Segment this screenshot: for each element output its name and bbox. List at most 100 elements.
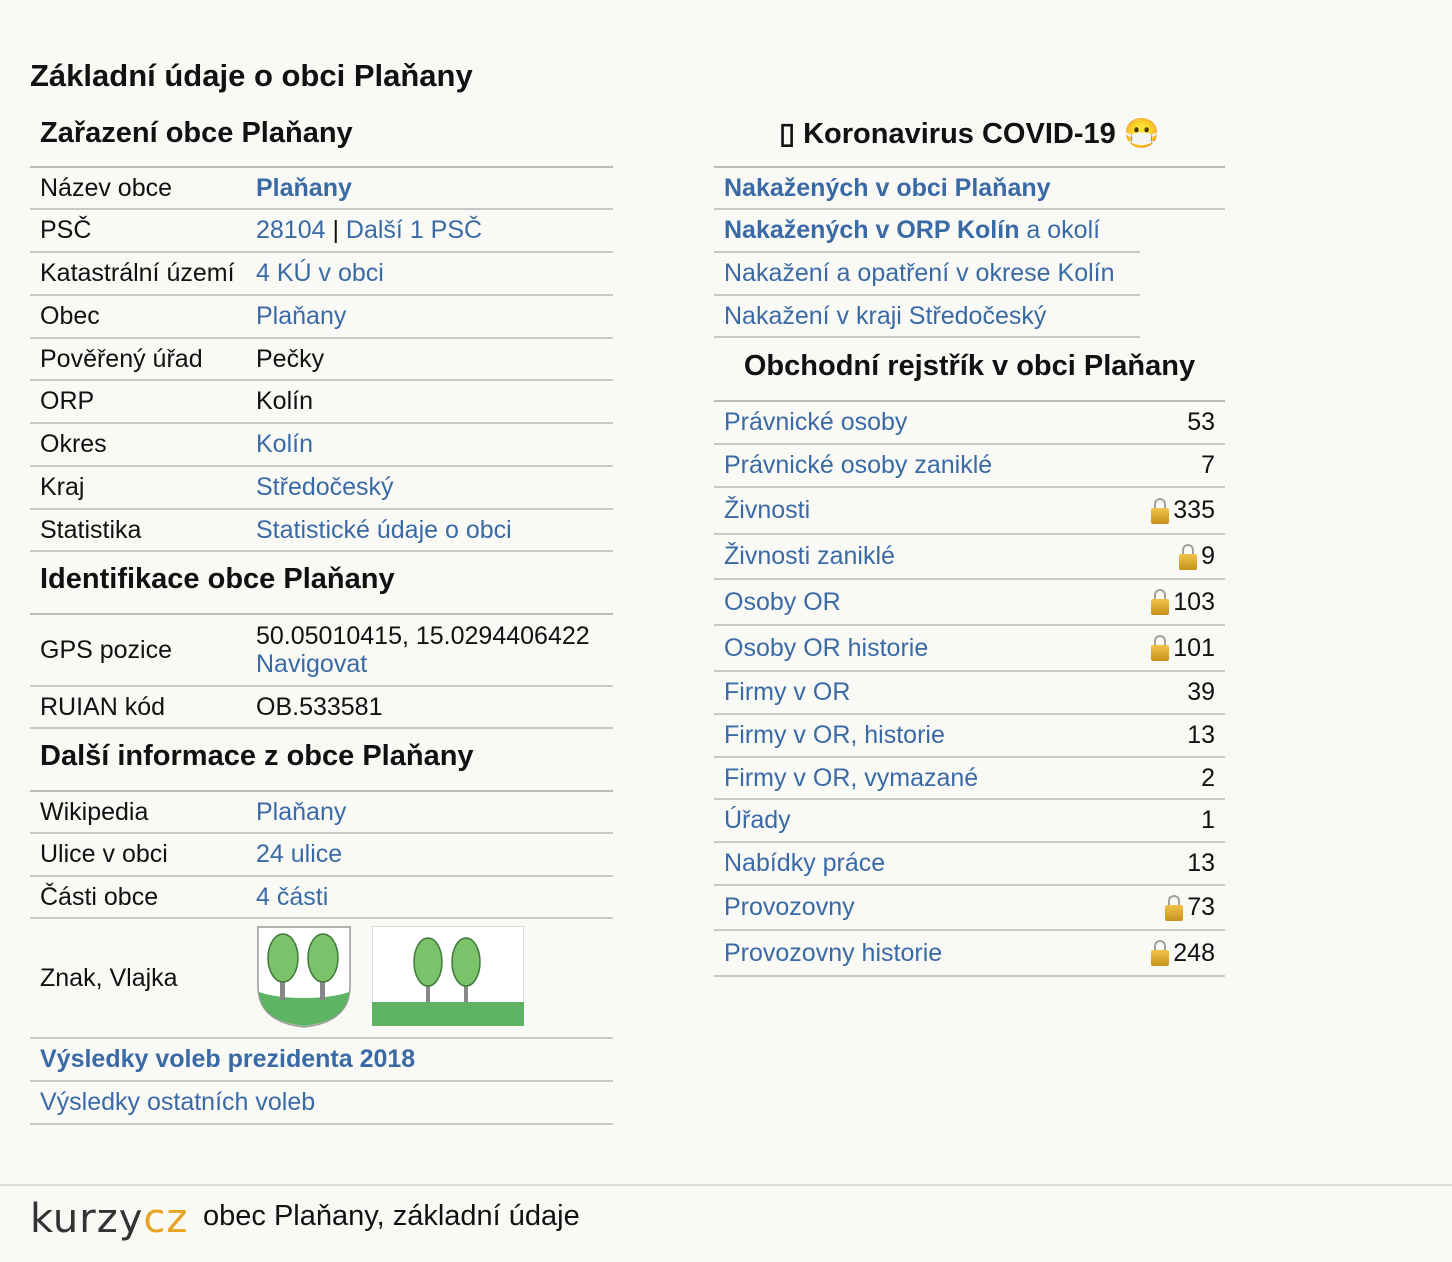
registry-row: Provozovny historie 248 <box>714 931 1225 977</box>
covid-orp-link[interactable]: Nakažených v ORP Kolín a okolí <box>724 216 1100 245</box>
registry-link[interactable]: Provozovny historie <box>724 939 942 968</box>
row-wikipedia: Wikipedia Plaňany <box>30 792 613 834</box>
row-election-other: Výsledky ostatních voleb <box>30 1082 613 1125</box>
row-label: Wikipedia <box>40 797 149 826</box>
registry-link[interactable]: Osoby OR historie <box>724 634 928 663</box>
covid-obec-link[interactable]: Nakažených v obci Plaňany <box>724 174 1051 203</box>
registry-link[interactable]: Právnické osoby <box>724 408 907 437</box>
kurzy-cz-logo[interactable]: kurzycz <box>30 1196 188 1242</box>
row-ulice: Ulice v obci 24 ulice <box>30 834 613 877</box>
flag-image[interactable] <box>372 926 524 1026</box>
row-gps: GPS pozice 50.05010415, 15.0294406422 Na… <box>30 615 613 687</box>
registry-count-value: 9 <box>1201 542 1215 570</box>
registry-count-value: 335 <box>1173 496 1215 524</box>
registry-link[interactable]: Firmy v OR <box>724 678 850 707</box>
registry-row: Firmy v OR, historie 13 <box>714 715 1225 758</box>
ku-link[interactable]: 4 KÚ v obci <box>256 259 384 287</box>
psc-separator: | <box>325 216 346 244</box>
row-katastralni-uzemi: Katastrální území 4 KÚ v obci <box>30 253 613 296</box>
registry-count-value: 39 <box>1187 678 1215 706</box>
row-label: Statistika <box>40 515 142 544</box>
registry-count: 103 <box>1151 588 1215 617</box>
registry-row: Živnosti 335 <box>714 488 1225 535</box>
obec-link[interactable]: Plaňany <box>256 302 346 330</box>
registry-heading: Obchodní rejstřík v obci Plaňany <box>714 338 1225 402</box>
registry-row: Právnické osoby 53 <box>714 402 1225 445</box>
ulice-link[interactable]: 24 ulice <box>256 840 342 868</box>
registry-count: 13 <box>1187 721 1215 750</box>
classification-heading: Zařazení obce Plaňany <box>30 112 613 168</box>
registry-link[interactable]: Firmy v OR, vymazané <box>724 764 978 793</box>
registry-count: 1 <box>1201 806 1215 835</box>
covid-link-row: Nakažených v ORP Kolín a okolí <box>714 210 1140 253</box>
registry-count: 39 <box>1187 678 1215 707</box>
row-okres: Okres Kolín <box>30 424 613 467</box>
president-election-link[interactable]: Výsledky voleb prezidenta 2018 <box>40 1045 415 1074</box>
left-column: Zařazení obce Plaňany Název obce Plaňany… <box>30 112 613 1125</box>
registry-count: 9 <box>1179 542 1215 571</box>
registry-row: Úřady 1 <box>714 800 1225 843</box>
statistika-link[interactable]: Statistické údaje o obci <box>256 516 512 544</box>
other-elections-link[interactable]: Výsledky ostatních voleb <box>40 1088 315 1117</box>
row-label: Okres <box>40 430 107 458</box>
row-value: Kolín <box>256 387 313 415</box>
registry-link[interactable]: Osoby OR <box>724 588 841 617</box>
wikipedia-link[interactable]: Plaňany <box>256 798 346 826</box>
registry-link[interactable]: Živnosti <box>724 496 810 525</box>
row-label: GPS pozice <box>40 635 173 664</box>
registry-row: Osoby OR 103 <box>714 580 1225 626</box>
padlock-icon <box>1151 635 1170 661</box>
registry-row: Živnosti zaniklé 9 <box>714 535 1225 580</box>
footer-text: obec Plaňany, základní údaje <box>203 1200 580 1232</box>
registry-count: 101 <box>1151 634 1215 663</box>
row-casti-obce: Části obce 4 části <box>30 877 613 919</box>
row-kraj: Kraj Středočeský <box>30 467 613 510</box>
registry-row: Právnické osoby zaniklé 7 <box>714 445 1225 488</box>
covid-okres-link[interactable]: Nakažení a opatření v okrese Kolín <box>724 259 1115 288</box>
covid-link-row: Nakažení a opatření v okrese Kolín <box>714 253 1140 296</box>
row-label: Pověřený úřad <box>40 344 203 373</box>
psc-link[interactable]: 28104 <box>256 216 326 244</box>
okres-link[interactable]: Kolín <box>256 430 313 458</box>
kraj-link[interactable]: Středočeský <box>256 473 394 501</box>
registry-count-value: 13 <box>1187 849 1215 877</box>
obec-name-link[interactable]: Plaňany <box>256 174 352 202</box>
covid-kraj-link[interactable]: Nakažení v kraji Středočeský <box>724 302 1046 331</box>
row-label: Název obce <box>40 173 173 202</box>
registry-link[interactable]: Provozovny <box>724 893 855 922</box>
navigovat-link[interactable]: Navigovat <box>256 650 367 678</box>
registry-count: 7 <box>1201 451 1215 480</box>
row-povereny-urad: Pověřený úřad Pečky <box>30 339 613 381</box>
registry-count-value: 248 <box>1173 938 1215 967</box>
registry-count: 335 <box>1151 496 1215 525</box>
more-info-heading: Další informace z obce Plaňany <box>30 729 613 792</box>
registry-link[interactable]: Úřady <box>724 806 791 835</box>
row-znak-vlajka: Znak, Vlajka <box>30 919 613 1039</box>
registry-link[interactable]: Firmy v OR, historie <box>724 721 945 750</box>
gps-value: 50.05010415, 15.0294406422 <box>256 622 590 650</box>
page-title: Základní údaje o obci Plaňany <box>30 58 473 93</box>
padlock-icon <box>1165 894 1184 921</box>
registry-count-value: 101 <box>1173 633 1215 662</box>
registry-count-value: 1 <box>1201 806 1215 834</box>
row-label: ORP <box>40 387 95 415</box>
row-label: Obec <box>40 302 100 330</box>
identification-heading: Identifikace obce Plaňany <box>30 552 613 615</box>
registry-count: 2 <box>1201 764 1215 793</box>
padlock-icon <box>1151 497 1170 524</box>
registry-link[interactable]: Právnické osoby zaniklé <box>724 451 992 480</box>
registry-row: Nabídky práce 13 <box>714 843 1225 886</box>
registry-count-value: 103 <box>1173 587 1215 616</box>
row-label: Ulice v obci <box>40 840 168 868</box>
dalsi-psc-link[interactable]: Další 1 PSČ <box>346 216 482 244</box>
casti-link[interactable]: 4 části <box>256 883 328 911</box>
registry-link[interactable]: Živnosti zaniklé <box>724 542 895 571</box>
row-orp: ORP Kolín <box>30 381 613 424</box>
row-label: PSČ <box>40 216 92 244</box>
row-statistika: Statistika Statistické údaje o obci <box>30 510 613 552</box>
registry-count: 73 <box>1165 893 1215 922</box>
coat-of-arms-image[interactable] <box>256 926 352 1028</box>
row-psc: PSČ 28104 | Další 1 PSČ <box>30 210 613 253</box>
registry-link[interactable]: Nabídky práce <box>724 849 885 878</box>
registry-count: 13 <box>1187 849 1215 878</box>
